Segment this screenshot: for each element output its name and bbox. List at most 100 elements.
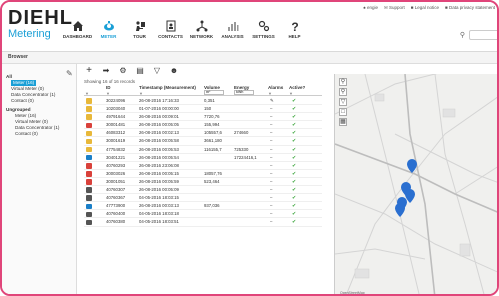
volume-unit-select[interactable]: m³ <box>204 90 224 95</box>
cell-alarm: – <box>270 211 273 217</box>
table-row[interactable]: 30001481 26-08-2016 00:05:05 155,994 – ✔ <box>84 121 322 130</box>
table-row[interactable]: 30401221 26-08-2016 00:05:54 17224416,1 – ✔ <box>84 154 322 162</box>
top-bar: DIEHL Metering DASHBOARD METER TOUR CONT… <box>2 2 497 52</box>
support-link[interactable]: ✉ Support <box>384 5 405 11</box>
search-icon[interactable]: ⚲ <box>460 31 465 39</box>
tree-item[interactable]: Contact (0) <box>6 131 59 137</box>
cell-id: 30401221 <box>106 154 126 160</box>
help-icon: ? <box>291 20 298 32</box>
table-row[interactable]: 30003026 26-08-2016 00:05:15 18057,76 – ✔ <box>84 170 322 178</box>
nav-label: ANALYSIS <box>221 34 244 39</box>
table-row[interactable]: 10203040 01-07-2016 00:00:00 150 – ✔ <box>84 105 322 114</box>
cell-volume: 150 <box>204 106 212 112</box>
cell-active: ✔ <box>292 187 297 194</box>
cell-alarm: – <box>270 146 273 152</box>
privacy-link[interactable]: ■ Data privacy statement <box>445 5 495 11</box>
cell-energy: 274660 <box>234 130 249 136</box>
table-row[interactable]: 30224096 26-08-2016 17:16:33 0,351 ✎ ✔ <box>84 97 322 106</box>
cell-active: ✔ <box>292 114 297 121</box>
nav-dashboard[interactable]: DASHBOARD <box>62 20 93 48</box>
map-layer-icon[interactable]: □ <box>339 108 347 116</box>
filter-icon[interactable]: ▼ <box>106 91 110 96</box>
utility-links: ♠ engie ✉ Support ■ Legal notice ■ Data … <box>363 5 495 11</box>
table-row[interactable]: 30001619 26-08-2016 00:05:58 3661,180 – ✔ <box>84 137 322 146</box>
filter-icon[interactable]: ▽ <box>152 66 162 76</box>
nav-settings[interactable]: SETTINGS <box>248 20 279 48</box>
add-icon[interactable]: + <box>84 66 94 76</box>
map-filter-icon[interactable]: ▽ <box>339 98 347 106</box>
cell-timestamp: 04-05-2016 18:03:15 <box>139 195 179 201</box>
tour-add-icon[interactable]: ⚙ <box>118 66 128 76</box>
nav-analysis[interactable]: ANALYSIS <box>217 20 248 48</box>
energy-unit-select[interactable]: kWh <box>234 90 254 95</box>
table-row[interactable]: 47773900 26-08-2016 00:03:13 937,036 – ✔ <box>84 202 322 211</box>
cell-alarm: – <box>270 114 273 120</box>
cell-id: 40760400 <box>106 211 126 217</box>
filter-icon[interactable]: ▼ <box>289 91 293 96</box>
filter-icon[interactable]: ▼ <box>268 91 272 96</box>
cell-timestamp: 26-08-2016 17:16:33 <box>139 98 179 103</box>
cell-timestamp: 26-08-2016 00:03:13 <box>139 203 179 209</box>
user-search-icon[interactable]: ☻ <box>169 66 179 76</box>
nav-tour[interactable]: TOUR <box>124 20 155 48</box>
cell-alarm: – <box>270 130 273 136</box>
table-row[interactable]: 49791644 26-08-2016 00:09:01 7720,76 – ✔ <box>84 113 322 122</box>
nav-label: SETTINGS <box>252 34 275 39</box>
contacts-icon <box>166 20 175 32</box>
col-id[interactable]: ID <box>106 85 111 90</box>
cell-id: 40760293 <box>106 162 126 168</box>
nav-label: HELP <box>288 34 301 39</box>
user-link[interactable]: ♠ engie <box>363 5 378 11</box>
cell-volume: 0,351 <box>204 98 215 103</box>
map-select-icon[interactable]: ▦ <box>339 118 347 126</box>
table-header: ID Timestamp (Measurement) Volume Energy… <box>84 84 322 96</box>
nav-network[interactable]: NETWORK <box>186 20 217 48</box>
nav-help[interactable]: ? HELP <box>279 20 310 48</box>
table-row[interactable]: 40760380 04-05-2016 18:03:51 – ✔ <box>84 218 322 227</box>
filter-icon[interactable]: ▼ <box>85 91 89 96</box>
meter-type-icon <box>86 106 92 112</box>
table-row[interactable]: 30001051 26-08-2016 00:05:59 523,464 – ✔ <box>84 178 322 187</box>
settings-icon <box>258 20 269 32</box>
table-row[interactable]: 46083312 26-08-2016 00:02:13 105557,6 27466… <box>84 129 322 138</box>
cell-alarm: – <box>270 138 273 144</box>
cell-id: 49791644 <box>106 114 126 120</box>
nav-contacts[interactable]: CONTACTS <box>155 20 186 48</box>
table-row[interactable]: 40760367 04-05-2016 18:03:15 – ✔ <box>84 194 322 203</box>
nav-label: CONTACTS <box>158 34 183 39</box>
map[interactable] <box>334 74 497 294</box>
toolbar: + ➡ ⚙ ▤ ▽ ☻ <box>84 66 179 76</box>
main-nav: DASHBOARD METER TOUR CONTACTS NETWORK AN… <box>62 20 310 48</box>
col-alarms[interactable]: Alarms <box>268 85 283 90</box>
meter-type-icon <box>86 122 92 129</box>
cell-id: 47754832 <box>106 146 126 152</box>
table-row[interactable]: 40760293 26-08-2016 23:06:08 – ✔ <box>84 162 322 170</box>
cell-active: ✔ <box>292 178 297 185</box>
cell-active: ✔ <box>292 98 297 104</box>
meter-type-icon <box>86 154 92 161</box>
zoom-out-icon[interactable]: ⚲ <box>339 88 347 96</box>
chart-icon[interactable]: ▤ <box>135 66 145 76</box>
nav-meter[interactable]: METER <box>93 20 124 48</box>
legal-link[interactable]: ■ Legal notice <box>411 5 439 11</box>
edit-icon[interactable]: ✎ <box>66 69 73 78</box>
sidebar: ✎ All Meter (16) Virtual Meter (0) Data … <box>2 64 77 294</box>
zoom-in-icon[interactable]: ⚲ <box>339 78 347 86</box>
col-active[interactable]: Active? <box>289 85 305 90</box>
cell-alarm: – <box>270 195 273 201</box>
search-input[interactable] <box>469 30 497 40</box>
network-icon <box>196 20 207 32</box>
col-timestamp[interactable]: Timestamp (Measurement) <box>139 85 196 90</box>
tab-browser[interactable]: Browser <box>8 54 28 60</box>
cell-active: ✔ <box>292 162 297 169</box>
table-row[interactable]: 40760307 26-08-2016 00:05:09 – ✔ <box>84 186 322 195</box>
cell-volume: 523,464 <box>204 178 220 184</box>
import-icon[interactable]: ➡ <box>101 66 111 76</box>
table-row[interactable]: 40760400 04-05-2016 18:03:18 – ✔ <box>84 210 322 219</box>
filter-icon[interactable]: ▼ <box>139 91 143 96</box>
sub-bar: Browser <box>2 52 497 64</box>
cell-alarm: – <box>270 154 273 160</box>
cell-timestamp: 26-08-2016 00:05:15 <box>139 170 179 176</box>
cell-id: 40760380 <box>106 219 126 225</box>
table-row[interactable]: 47754832 26-08-2016 00:05:53 116155,7 72533… <box>84 146 322 154</box>
